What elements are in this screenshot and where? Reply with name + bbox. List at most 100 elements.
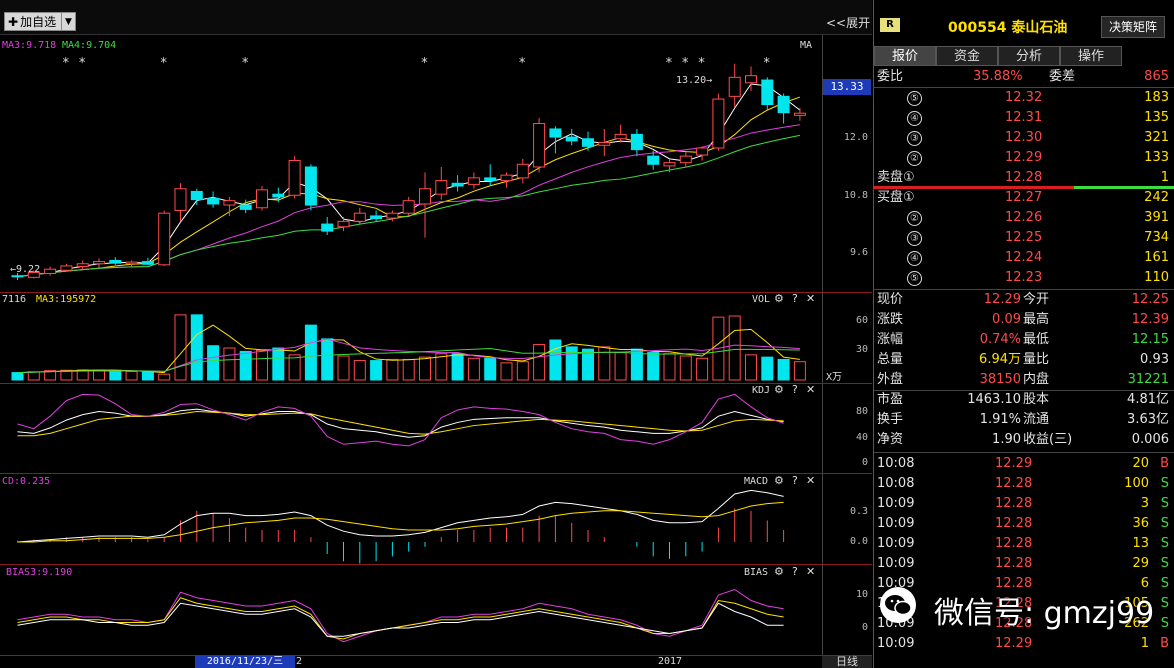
candle-body <box>451 182 464 187</box>
plus-icon: ✚ <box>8 15 19 29</box>
high-price-annotation: 13.20→ <box>676 75 713 86</box>
tick-row: 10:09 12.28 3 S <box>877 494 1171 514</box>
volume-bar <box>647 352 660 381</box>
candle-body <box>647 155 660 165</box>
tab-funds[interactable]: 资金 <box>936 46 998 66</box>
macd-tick: 0.0 <box>849 536 868 547</box>
kline-chart[interactable]: * * * * * * * * * * <box>0 35 822 668</box>
tab-operation[interactable]: 操作 <box>1060 46 1122 66</box>
stat-value: 38150 <box>979 372 1021 387</box>
stat-value: 1.91% <box>979 412 1021 427</box>
macd-dif-line <box>17 489 784 543</box>
candle-body <box>272 193 285 198</box>
volume-bar <box>174 314 187 381</box>
candle-body <box>207 198 220 205</box>
gear-icon[interactable]: ⚙ <box>774 474 784 487</box>
ask-price: 12.31 <box>1005 110 1043 125</box>
signal-star: * <box>698 56 706 71</box>
tick-volume: 36 <box>1132 516 1149 531</box>
expand-button[interactable]: <<展开 <box>826 14 870 31</box>
tick-price: 12.28 <box>995 516 1033 531</box>
tick-volume: 29 <box>1132 556 1149 571</box>
watchlist-dropdown-button[interactable]: ▼ <box>61 12 76 31</box>
volume-bar <box>728 315 741 381</box>
stat-label: 最低 <box>1023 332 1050 347</box>
candle-body <box>190 190 203 201</box>
volume-bar <box>370 360 383 381</box>
decision-matrix-button[interactable]: 决策矩阵 <box>1101 16 1165 38</box>
volume-bar <box>696 357 709 381</box>
close-icon[interactable]: ✕ <box>806 474 815 487</box>
candle-body <box>402 200 415 214</box>
tick-price: 12.28 <box>995 536 1033 551</box>
gear-icon[interactable]: ⚙ <box>774 292 784 305</box>
help-icon[interactable]: ? <box>792 474 798 487</box>
help-icon[interactable]: ? <box>792 292 798 305</box>
ma-line-1 <box>17 96 801 278</box>
stat-label: 内盘 <box>1023 372 1050 387</box>
volume-bar <box>288 354 301 381</box>
volume-bar <box>467 357 480 381</box>
tab-analysis[interactable]: 分析 <box>998 46 1060 66</box>
stat-value: 0.74% <box>979 332 1021 347</box>
price-tick: 12.0 <box>843 132 868 143</box>
add-to-watchlist-button[interactable]: ✚ 加自选 <box>4 12 62 31</box>
volume-bar <box>321 338 334 381</box>
level-icon: ⑤ <box>907 91 922 106</box>
stat-row: 市盈 1463.10 股本 4.81亿 <box>877 390 1171 410</box>
stat-row: 外盘 38150 内盘 31221 <box>877 370 1171 390</box>
stat-value: 1463.10 <box>967 392 1021 407</box>
close-icon[interactable]: ✕ <box>806 383 815 396</box>
tick-price: 12.29 <box>995 636 1033 651</box>
ask-volume: 1 <box>1160 170 1169 185</box>
kdj-tick: 0 <box>861 457 868 468</box>
candle-body <box>158 212 171 266</box>
tick-side: S <box>1160 496 1169 511</box>
candle-body <box>44 268 57 275</box>
candle-body <box>174 188 187 211</box>
vol-tick: 30 <box>855 344 868 355</box>
bid-row: 买盘① 12.27 242 <box>877 188 1171 208</box>
ma3-label: MA3:9.718 <box>2 40 57 51</box>
stat-value: 12.29 <box>983 292 1021 307</box>
tick-time: 10:09 <box>877 556 915 571</box>
kdj-panel-name: KDJ <box>752 385 771 396</box>
tick-price: 12.29 <box>995 456 1033 471</box>
gear-icon[interactable]: ⚙ <box>774 383 784 396</box>
candle-body <box>793 112 806 116</box>
kdj-line-k <box>17 408 784 438</box>
tab-quote[interactable]: 报价 <box>874 46 936 66</box>
macd-panel-name: MACD <box>744 476 769 487</box>
buy-label: 买盘① <box>877 190 915 205</box>
stock-code-name: 000554 泰山石油 <box>948 20 1068 36</box>
stat-value: 6.94万 <box>979 352 1021 367</box>
tick-row: 10:09 12.28 13 S <box>877 534 1171 554</box>
sell-label: 卖盘① <box>877 170 915 185</box>
close-icon[interactable]: ✕ <box>806 292 815 305</box>
help-icon[interactable]: ? <box>792 565 798 578</box>
volume-bar <box>93 369 105 381</box>
volume-bar <box>679 355 692 381</box>
committee-row: 委比 35.88% 委差 865 <box>877 69 1169 84</box>
vol-unit-label: X万 <box>826 372 843 383</box>
stat-label: 收益(三) <box>1023 432 1073 447</box>
volume-bar <box>190 314 203 381</box>
help-icon[interactable]: ? <box>792 383 798 396</box>
tick-row: 10:08 12.29 20 B <box>877 454 1171 474</box>
tick-time: 10:09 <box>877 536 915 551</box>
ask-row: ② 12.29 133 <box>877 148 1171 168</box>
stat-label: 量比 <box>1023 352 1050 367</box>
stat-label: 今开 <box>1023 292 1050 307</box>
candle-body <box>549 128 562 138</box>
bias-panel-name: BIAS <box>744 567 769 578</box>
gear-icon[interactable]: ⚙ <box>774 565 784 578</box>
close-icon[interactable]: ✕ <box>806 565 815 578</box>
signal-star: * <box>62 56 70 71</box>
vol-value-label: 7116 <box>2 294 27 305</box>
stat-value: 3.63亿 <box>1127 412 1169 427</box>
panel-divider <box>0 473 872 474</box>
period-selector[interactable]: 日线 <box>822 656 872 668</box>
volume-bar <box>207 345 220 381</box>
volume-bar <box>793 361 806 381</box>
candle-body <box>696 147 709 156</box>
